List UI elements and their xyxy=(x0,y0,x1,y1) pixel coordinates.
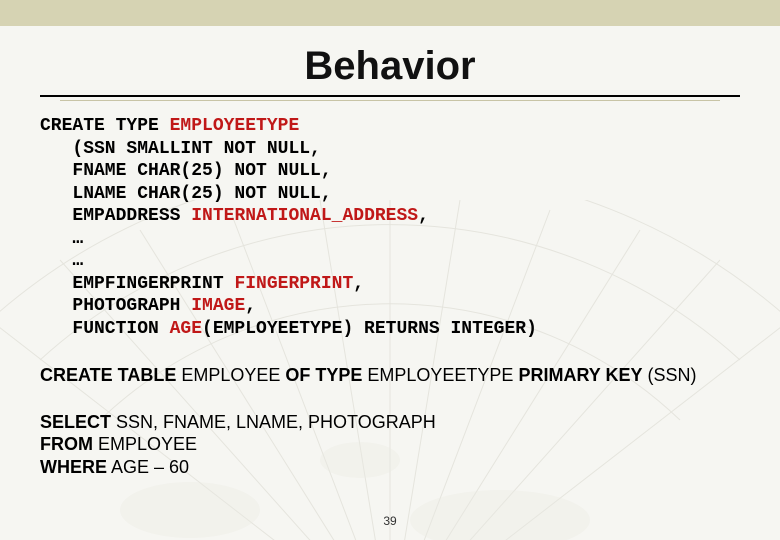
code-text: EMPADDRESS xyxy=(72,206,191,226)
code-keyword: INTERNATIONAL_ADDRESS xyxy=(191,206,418,226)
code-text: … xyxy=(72,229,83,249)
code-indent xyxy=(40,229,72,249)
sql-keyword: WHERE xyxy=(40,457,107,477)
sql-keyword: PRIMARY KEY xyxy=(518,365,642,385)
code-text: (EMPLOYEETYPE) RETURNS INTEGER) xyxy=(202,319,537,339)
title-rule xyxy=(40,95,740,97)
code-text: CREATE TYPE xyxy=(40,116,170,136)
code-indent xyxy=(40,206,72,226)
sql-code-block: CREATE TYPE EMPLOYEETYPE (SSN SMALLINT N… xyxy=(40,115,740,340)
code-text: , xyxy=(353,274,364,294)
code-keyword: EMPLOYEETYPE xyxy=(170,116,300,136)
sql-text: AGE – 60 xyxy=(107,457,189,477)
page-title: Behavior xyxy=(0,44,780,89)
code-text: , xyxy=(245,296,256,316)
code-keyword: AGE xyxy=(170,319,202,339)
code-indent xyxy=(40,296,72,316)
code-text: (SSN SMALLINT NOT NULL, xyxy=(72,139,320,159)
code-text: , xyxy=(418,206,429,226)
code-indent xyxy=(40,251,72,271)
page-number: 39 xyxy=(383,514,396,528)
sql-text: (SSN) xyxy=(642,365,696,385)
sql-text: SSN, FNAME, LNAME, PHOTOGRAPH xyxy=(111,412,436,432)
sql-create-table: CREATE TABLE EMPLOYEE OF TYPE EMPLOYEETY… xyxy=(40,364,740,387)
slide-content: CREATE TYPE EMPLOYEETYPE (SSN SMALLINT N… xyxy=(0,101,780,478)
code-keyword: FINGERPRINT xyxy=(234,274,353,294)
sql-keyword: CREATE TABLE xyxy=(40,365,176,385)
code-indent xyxy=(40,139,72,159)
code-indent xyxy=(40,184,72,204)
code-text: PHOTOGRAPH xyxy=(72,296,191,316)
code-text: FNAME CHAR(25) NOT NULL, xyxy=(72,161,331,181)
code-indent xyxy=(40,319,72,339)
sql-text: EMPLOYEE xyxy=(176,365,285,385)
sql-keyword: OF TYPE xyxy=(285,365,362,385)
code-indent xyxy=(40,274,72,294)
top-bar xyxy=(0,0,780,26)
code-text: EMPFINGERPRINT xyxy=(72,274,234,294)
code-indent xyxy=(40,161,72,181)
sql-keyword: SELECT xyxy=(40,412,111,432)
code-text: FUNCTION xyxy=(72,319,169,339)
code-text: LNAME CHAR(25) NOT NULL, xyxy=(72,184,331,204)
sql-text: EMPLOYEETYPE xyxy=(362,365,518,385)
code-keyword: IMAGE xyxy=(191,296,245,316)
sql-text: EMPLOYEE xyxy=(93,434,197,454)
code-text: … xyxy=(72,251,83,271)
sql-select: SELECT SSN, FNAME, LNAME, PHOTOGRAPH FROM… xyxy=(40,411,740,479)
sql-keyword: FROM xyxy=(40,434,93,454)
